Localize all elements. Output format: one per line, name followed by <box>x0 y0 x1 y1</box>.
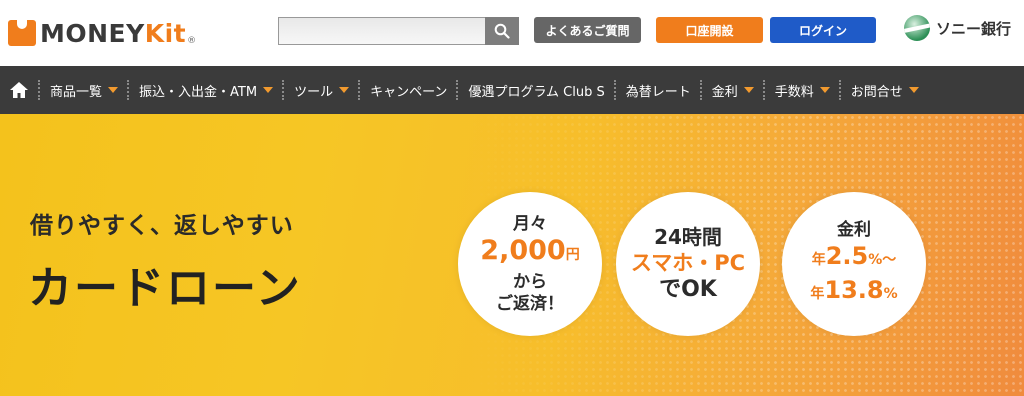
search-box <box>278 17 519 45</box>
home-button[interactable] <box>0 66 38 114</box>
banner-title: カードローン <box>28 263 302 314</box>
nav-item-campaign[interactable]: キャンペーン <box>358 66 456 114</box>
sony-bank-name: ソニー銀行 <box>936 19 1012 38</box>
nav-item-fees[interactable]: 手数料 <box>762 66 839 114</box>
search-icon <box>494 23 510 39</box>
main-nav: 商品一覧 振込・入出金・ATM ツール キャンペーン 優遇プログラム Club … <box>0 66 1024 114</box>
sony-bank-logo[interactable]: ソニー銀行 <box>904 15 1011 41</box>
caret-down-icon <box>263 87 274 93</box>
feature-circle-interest: 金利 年2.5%〜 年13.8% <box>782 192 926 336</box>
home-icon <box>10 82 28 98</box>
caret-down-icon <box>819 87 830 93</box>
login-button[interactable]: ログイン <box>770 17 876 43</box>
moneykit-logo[interactable]: MONEYKit ® <box>8 16 196 50</box>
nav-item-club-s[interactable]: 優遇プログラム Club S <box>456 66 613 114</box>
caret-down-icon <box>339 87 350 93</box>
search-button[interactable] <box>485 17 519 45</box>
nav-item-contact[interactable]: お問合せ <box>838 66 928 114</box>
caret-down-icon <box>108 87 119 93</box>
feature-circle-repayment: 月々 2,000円 から ご返済！ <box>458 192 602 336</box>
banner-subtitle: 借りやすく、返しやすい <box>30 213 294 239</box>
nav-item-interest[interactable]: 金利 <box>699 66 763 114</box>
faq-button[interactable]: よくあるご質問 <box>534 17 641 43</box>
nav-item-products[interactable]: 商品一覧 <box>38 66 127 114</box>
sony-bank-mark-icon <box>904 15 930 41</box>
moneykit-mark-icon <box>8 19 36 46</box>
logo-text: MONEYKit <box>40 18 187 48</box>
nav-item-transfer[interactable]: 振込・入出金・ATM <box>127 66 282 114</box>
nav-item-fx-rate[interactable]: 為替レート <box>613 66 700 114</box>
caret-down-icon <box>908 87 919 93</box>
feature-circle-24h: 24時間 スマホ・PC でOK <box>616 192 760 336</box>
caret-down-icon <box>743 87 754 93</box>
logo-registered-mark: ® <box>187 36 197 46</box>
search-input[interactable] <box>279 18 484 44</box>
site-header: MONEYKit ® よくあるご質問 口座開設 ログイン ソニー銀行 <box>0 0 1024 66</box>
open-account-button[interactable]: 口座開設 <box>656 17 763 43</box>
nav-item-tools[interactable]: ツール <box>282 66 358 114</box>
